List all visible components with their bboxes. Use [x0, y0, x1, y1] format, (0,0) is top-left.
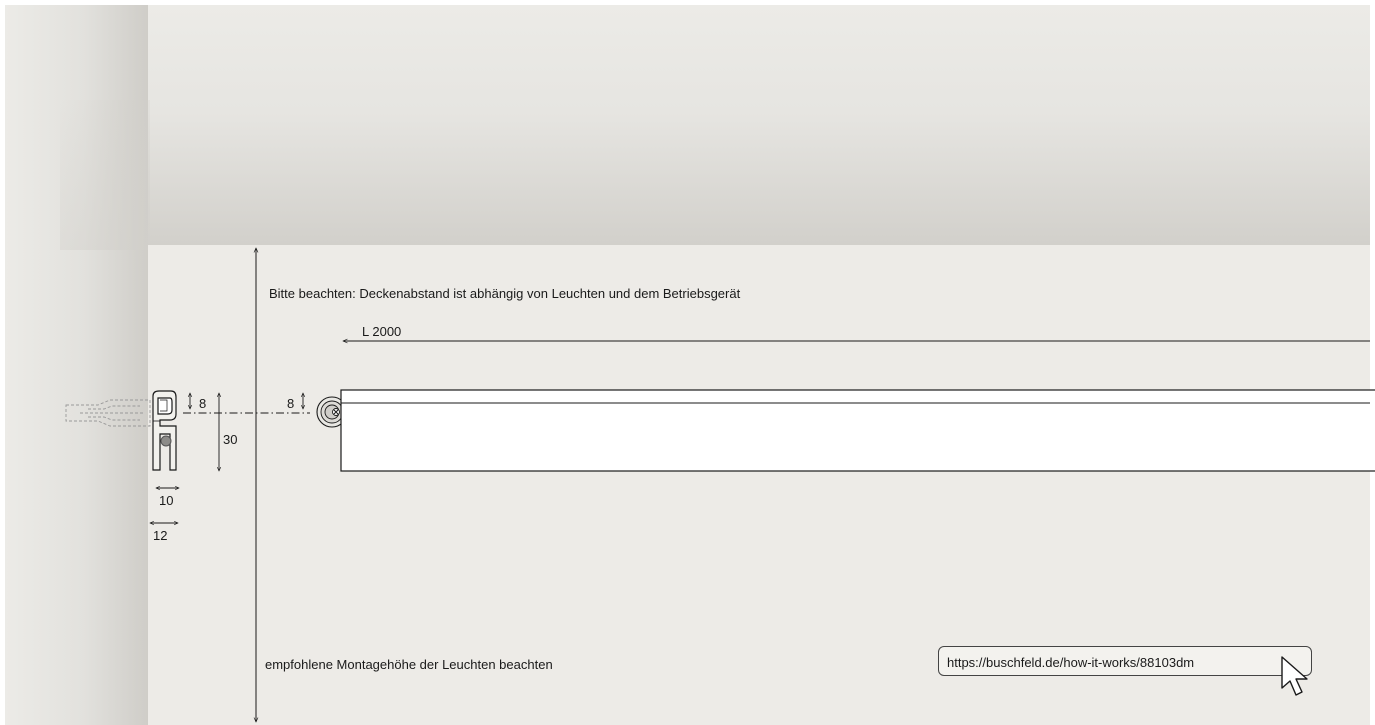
mounting-height-note: empfohlene Montagehöhe der Leuchten beac… — [265, 657, 553, 672]
mouse-pointer-icon — [1281, 656, 1308, 696]
rail-profile-section — [152, 390, 177, 471]
rail-offset-label: 8 — [199, 396, 207, 411]
profile-width-outer-label: 12 — [153, 528, 168, 543]
light-bar — [340, 389, 1375, 472]
technical-drawing — [65, 0, 1375, 725]
ceiling-distance-note: Bitte beachten: Deckenabstand ist abhäng… — [269, 286, 741, 301]
length-label: L 2000 — [362, 324, 402, 339]
how-it-works-link[interactable]: https://buschfeld.de/how-it-works/88103d… — [947, 655, 1194, 670]
how-it-works-link-box[interactable]: https://buschfeld.de/how-it-works/88103d… — [938, 646, 1312, 676]
wall-anchor-ghost — [65, 399, 151, 427]
profile-width-inner-label: 10 — [159, 493, 174, 508]
bar-offset-label: 8 — [287, 396, 295, 411]
profile-height-label: 30 — [223, 432, 238, 447]
